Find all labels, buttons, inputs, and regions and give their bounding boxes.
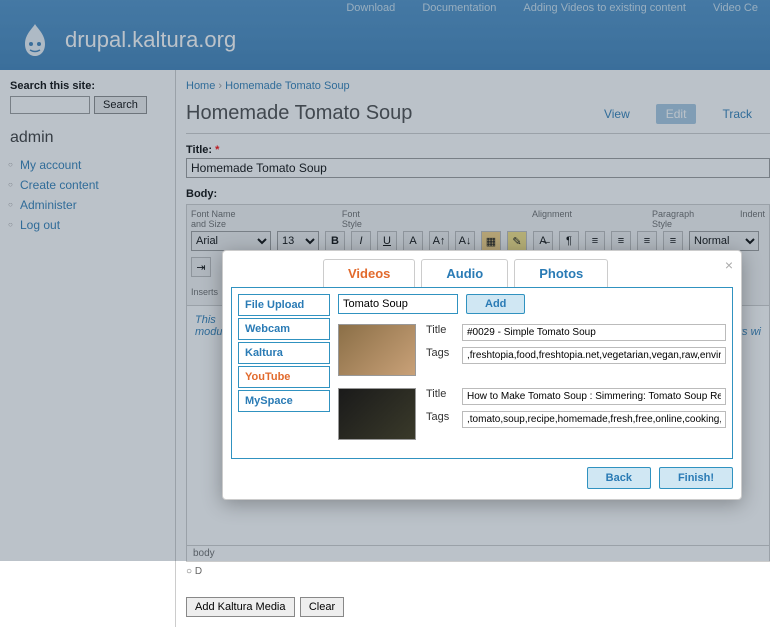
tab-videos[interactable]: Videos — [323, 259, 415, 287]
source-youtube[interactable]: YouTube — [238, 366, 330, 388]
back-button[interactable]: Back — [587, 467, 651, 489]
source-kaltura[interactable]: Kaltura — [238, 342, 330, 364]
source-list: File Upload Webcam Kaltura YouTube MySpa… — [238, 294, 330, 452]
clear-button[interactable]: Clear — [300, 597, 344, 617]
video-thumbnail[interactable] — [338, 324, 416, 376]
add-button[interactable]: Add — [466, 294, 525, 314]
result-title-input[interactable] — [462, 388, 726, 405]
result-row[interactable]: Title Tags — [338, 324, 726, 376]
close-icon[interactable]: × — [725, 257, 733, 273]
source-myspace[interactable]: MySpace — [238, 390, 330, 412]
result-row[interactable]: Title Tags — [338, 388, 726, 440]
tab-photos[interactable]: Photos — [514, 259, 608, 287]
add-kaltura-media-button[interactable]: Add Kaltura Media — [186, 597, 295, 617]
disable-rich-text[interactable]: ○ D — [186, 566, 770, 577]
finish-button[interactable]: Finish! — [659, 467, 733, 489]
source-webcam[interactable]: Webcam — [238, 318, 330, 340]
result-title-input[interactable] — [462, 324, 726, 341]
result-tags-input[interactable] — [462, 347, 726, 364]
result-tags-input[interactable] — [462, 411, 726, 428]
media-modal: × Videos Audio Photos File Upload Webcam… — [222, 250, 742, 500]
video-thumbnail[interactable] — [338, 388, 416, 440]
tab-audio[interactable]: Audio — [421, 259, 508, 287]
source-file-upload[interactable]: File Upload — [238, 294, 330, 316]
media-search-input[interactable] — [338, 294, 458, 314]
